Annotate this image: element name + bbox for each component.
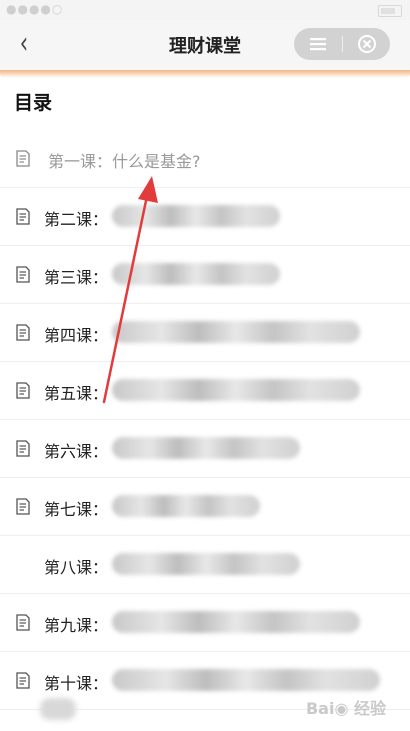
lesson-item-4[interactable]: 第四课： [0,304,410,362]
lesson-label: 第七课： [44,500,109,519]
navigation-bar: ‹ 理财课堂 [0,20,410,70]
signal-icon: ●●●●○ [6,2,64,16]
lesson-label: 第九课： [44,616,109,635]
redacted-lesson-title [112,669,380,691]
document-icon [16,324,30,341]
redacted-lesson-title [112,437,300,459]
lesson-item-2[interactable]: 第二课： [0,188,410,246]
document-icon [16,440,30,457]
toc-heading: 目录 [14,92,53,114]
menu-button[interactable] [294,28,342,60]
lesson-label: 第十课： [44,674,109,693]
redacted-lesson-title [112,263,280,285]
redacted-lesson-title [112,495,260,517]
lesson-label: 第五课： [44,384,109,403]
document-icon [16,150,30,167]
close-button[interactable] [343,28,390,60]
lesson-item-8[interactable]: 第八课： [0,536,410,594]
document-icon [16,382,30,399]
redacted-lesson-title [112,553,300,575]
redacted-lesson-title [112,611,360,633]
redacted-lesson-title [112,205,280,227]
lesson-item-3[interactable]: 第三课： [0,246,410,304]
lesson-label: 第四课： [44,326,109,345]
document-icon [16,672,30,689]
watermark: Bai◉ 经验 [306,695,386,719]
battery-icon [378,5,402,17]
lesson-item-9[interactable]: 第九课： [0,594,410,652]
lesson-label: 第二课： [44,210,109,229]
lesson-label: 第一课：什么是基金? [48,152,201,171]
redacted-content [40,698,76,720]
lesson-label: 第八课： [44,558,109,577]
lesson-item-7[interactable]: 第七课： [0,478,410,536]
hamburger-icon [310,38,326,51]
document-icon [16,498,30,515]
header-accent-strip [0,70,410,78]
document-icon [16,266,30,283]
redacted-lesson-title [112,379,360,401]
lesson-list: 第一课：什么是基金? 第二课： 第三课： 第四课： 第五课： 第六课： 第七课：… [0,130,410,710]
close-circle-icon [358,35,376,53]
lesson-label: 第三课： [44,268,109,287]
lesson-item-5[interactable]: 第五课： [0,362,410,420]
lesson-label: 第六课： [44,442,109,461]
status-bar: ●●●●○ [0,0,410,20]
lesson-item-1[interactable]: 第一课：什么是基金? [0,130,410,188]
redacted-lesson-title [112,321,360,343]
document-icon [16,614,30,631]
document-icon [16,208,30,225]
lesson-item-6[interactable]: 第六课： [0,420,410,478]
watermark-logo: Bai◉ 经验 [305,699,386,718]
mini-program-capsule [294,28,390,60]
